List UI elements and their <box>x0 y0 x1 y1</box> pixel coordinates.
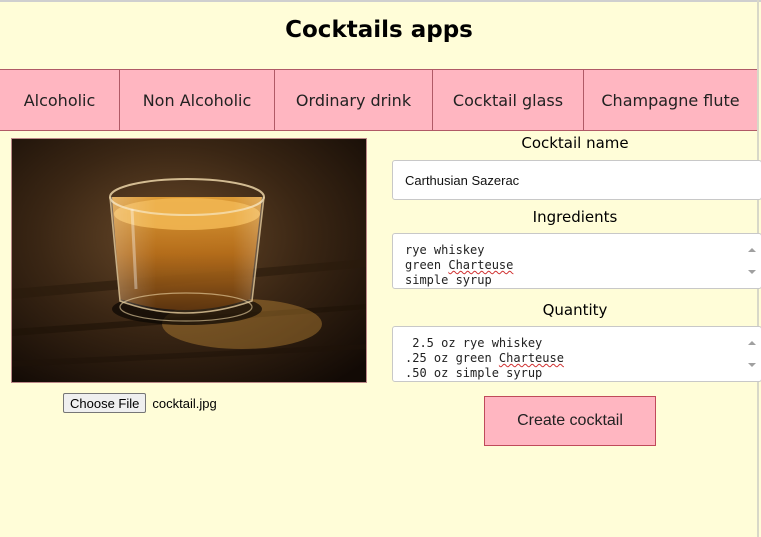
file-upload: Choose File cocktail.jpg <box>63 393 217 413</box>
page-title: Cocktails apps <box>285 17 473 43</box>
ingredient-line: simple syrup <box>405 273 492 287</box>
quantity-line-text: .25 oz green Charteuse <box>405 351 564 365</box>
ingredient-line: rye whiskey <box>405 243 485 257</box>
ingredient-line-text: green Charteuse <box>405 258 514 272</box>
quantity-scrollbar[interactable] <box>747 329 757 379</box>
file-name: cocktail.jpg <box>152 395 217 411</box>
quantity-label: Quantity <box>542 301 608 319</box>
create-cocktail-button[interactable]: Create cocktail <box>484 396 656 446</box>
misspelled-word: Charteuse <box>448 258 514 272</box>
quantity-line: 2.5 oz rye whiskey <box>405 336 543 350</box>
quantity-line: .50 oz simple syrup <box>405 366 543 380</box>
ingredients-textarea[interactable]: rye whiskey green Charteuse simple syrup <box>392 233 761 289</box>
scroll-down-icon[interactable] <box>748 270 756 274</box>
scroll-up-icon[interactable] <box>748 341 756 345</box>
nav-item-alcoholic[interactable]: Alcoholic <box>0 70 120 130</box>
window-top-border <box>0 0 761 2</box>
choose-file-button[interactable]: Choose File <box>63 393 147 413</box>
ingredients-scrollbar[interactable] <box>747 236 757 286</box>
nav-item-cocktail-glass[interactable]: Cocktail glass <box>433 70 584 130</box>
cocktail-photo <box>11 138 367 383</box>
quantity-textarea[interactable]: 2.5 oz rye whiskey .25 oz green Charteuse… <box>392 326 761 382</box>
nav-item-ordinary-drink[interactable]: Ordinary drink <box>275 70 433 130</box>
ingredient-line: green Charteuse <box>405 258 749 273</box>
nav-item-non-alcoholic[interactable]: Non Alcoholic <box>120 70 275 130</box>
ingredients-label: Ingredients <box>532 208 618 226</box>
scroll-up-icon[interactable] <box>748 248 756 252</box>
category-nav: Alcoholic Non Alcoholic Ordinary drink C… <box>0 69 757 131</box>
cocktail-name-input[interactable]: Carthusian Sazerac <box>392 160 761 200</box>
nav-item-champagne-flute[interactable]: Champagne flute <box>584 70 757 130</box>
quantity-line: .25 oz green Charteuse <box>405 351 749 366</box>
misspelled-word: Charteuse <box>498 351 564 365</box>
cocktail-name-label: Cocktail name <box>521 134 629 152</box>
scroll-down-icon[interactable] <box>748 363 756 367</box>
